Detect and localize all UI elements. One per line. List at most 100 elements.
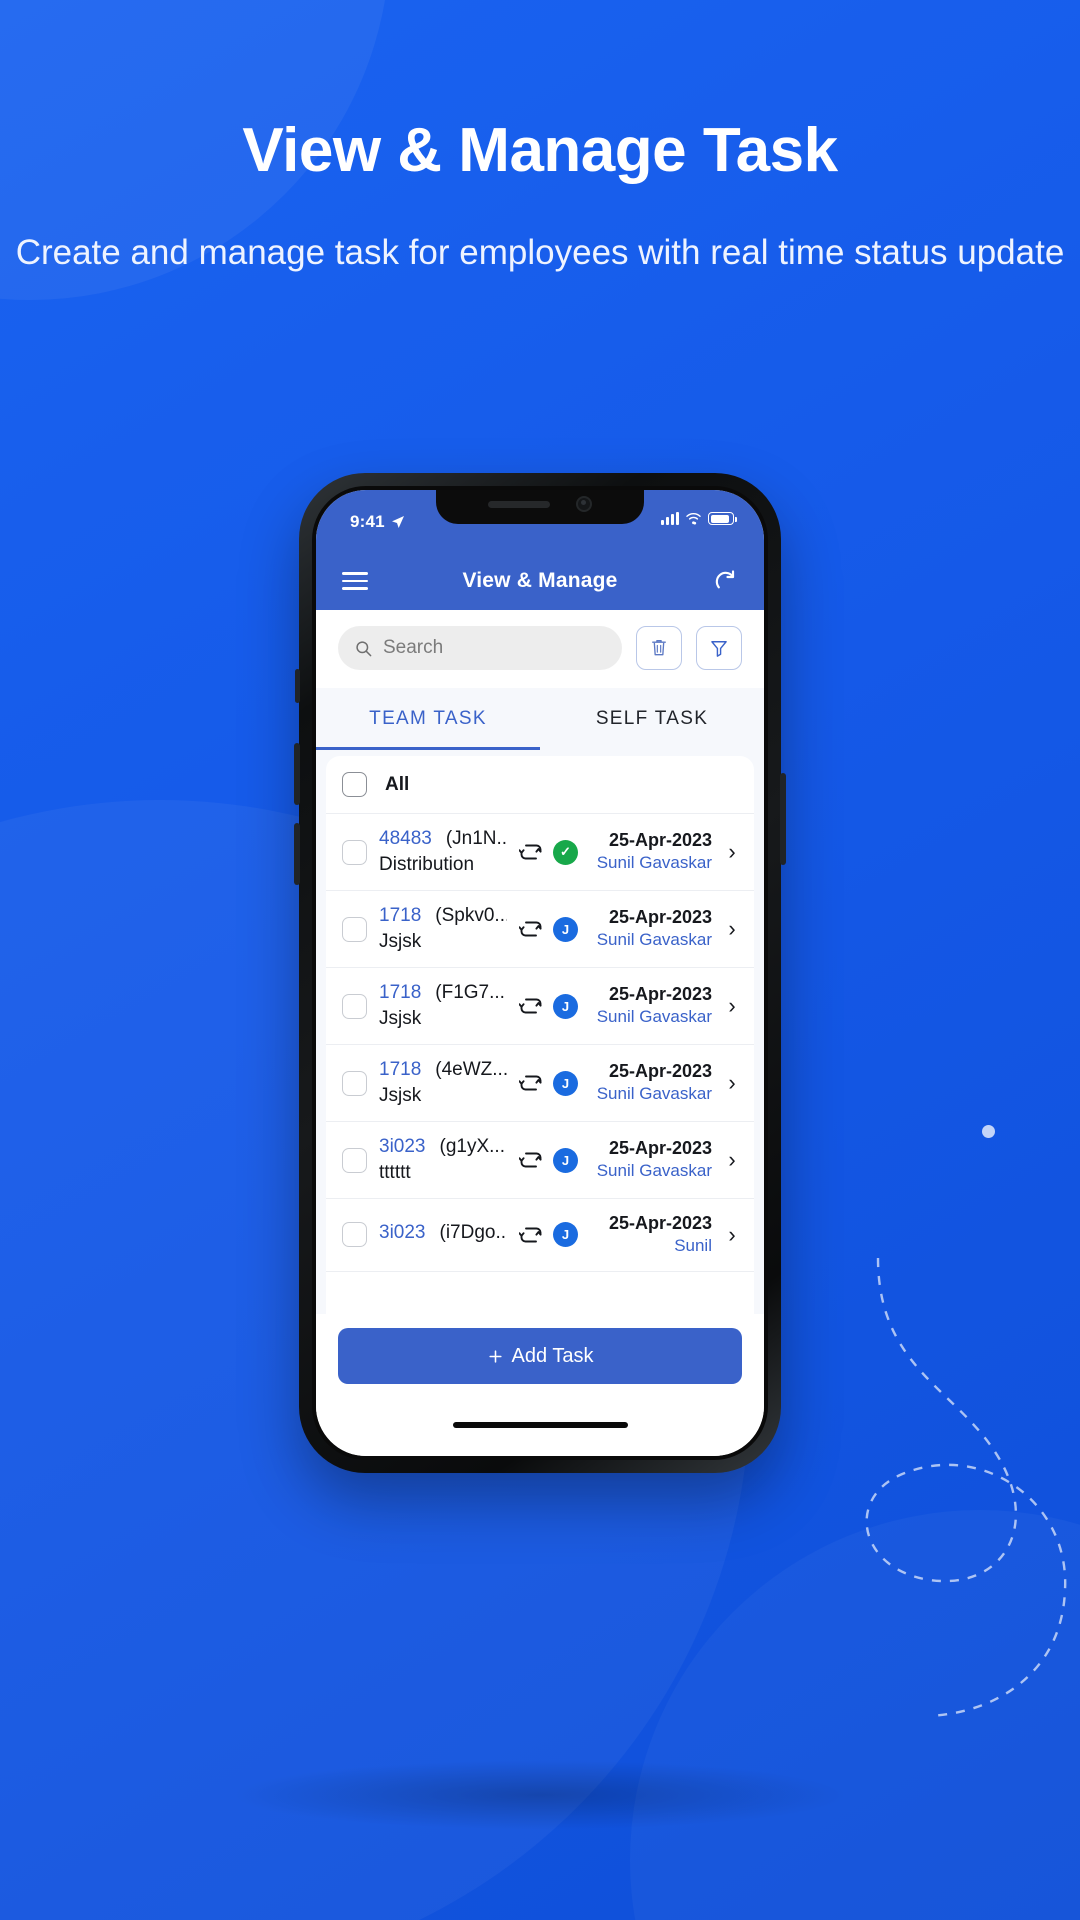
hamburger-menu-icon[interactable] xyxy=(342,572,368,590)
wifi-icon xyxy=(686,512,701,525)
page-title: View & Manage Task xyxy=(242,116,838,185)
task-row[interactable]: 3i023 (i7Dgo... J 25-Apr-2023 Sunil › xyxy=(326,1199,754,1272)
search-input[interactable]: Search xyxy=(338,626,622,670)
task-id: 3i023 xyxy=(379,1136,426,1157)
phone-screen: 9:41 View & Manage Search TEAM TASK SELF… xyxy=(316,490,764,1456)
task-date: 25-Apr-2023 xyxy=(608,830,712,851)
task-row-icons: J xyxy=(519,1070,578,1096)
chevron-right-icon[interactable]: › xyxy=(724,1070,740,1096)
status-bar-right xyxy=(661,512,737,525)
task-status-badge: J xyxy=(553,1222,578,1248)
task-assignee: Sunil Gavaskar xyxy=(596,1007,712,1027)
delete-button[interactable] xyxy=(636,626,682,670)
task-row-meta: 25-Apr-2023 Sunil Gavaskar xyxy=(590,1061,712,1105)
task-row[interactable]: 1718 (Spkv0... Jsjsk J 25-Apr-2023 Sunil Gava… xyxy=(326,891,754,968)
add-task-label: Add Task xyxy=(511,1344,594,1367)
battery-icon xyxy=(708,512,737,525)
phone-volume-down-button xyxy=(294,823,300,885)
page-subtitle: Create and manage task for employees wit… xyxy=(15,232,1065,272)
task-assignee: Sunil xyxy=(674,1236,712,1255)
task-date: 25-Apr-2023 xyxy=(608,907,712,928)
task-status-badge: J xyxy=(553,916,578,942)
chevron-right-icon[interactable]: › xyxy=(724,1147,740,1173)
select-all-checkbox[interactable] xyxy=(342,772,367,797)
repeat-icon xyxy=(519,998,542,1014)
task-status-badge: J xyxy=(553,993,578,1019)
task-list-area: All 48483 (Jn1N... Distribution ✓ 25-Apr-202… xyxy=(316,750,764,1314)
chevron-right-icon[interactable]: › xyxy=(724,993,740,1019)
task-name: (F1G7... xyxy=(435,982,505,1003)
task-list-card: All 48483 (Jn1N... Distribution ✓ 25-Apr-202… xyxy=(326,756,754,1314)
task-row[interactable]: 1718 (F1G7... Jsjsk J 25-Apr-2023 Sunil Gavas… xyxy=(326,968,754,1045)
task-status-badge: J xyxy=(553,1070,578,1096)
refresh-icon[interactable] xyxy=(712,568,738,594)
task-row[interactable]: 3i023 (g1yX... tttttt J 25-Apr-2023 Sunil Gav… xyxy=(326,1122,754,1199)
filter-icon xyxy=(711,641,727,657)
task-date: 25-Apr-2023 xyxy=(608,1213,712,1233)
task-name: (Jn1N... xyxy=(445,828,507,849)
chevron-right-icon[interactable]: › xyxy=(724,839,740,865)
phone-notch xyxy=(436,490,644,524)
task-row-main: 48483 (Jn1N... Distribution xyxy=(379,828,507,876)
tab-self-task[interactable]: SELF TASK xyxy=(540,688,764,750)
task-row-checkbox[interactable] xyxy=(342,993,367,1019)
decorative-dashed-swirl xyxy=(865,1257,1067,1718)
phone-mockup: 9:41 View & Manage Search TEAM TASK SELF… xyxy=(294,473,786,1473)
home-indicator-area xyxy=(316,1394,764,1456)
task-assignee: Sunil Gavaskar xyxy=(596,1161,712,1181)
task-row-checkbox[interactable] xyxy=(342,1222,367,1248)
select-all-row[interactable]: All xyxy=(326,756,754,814)
repeat-icon xyxy=(519,1152,542,1168)
app-bar-title: View & Manage xyxy=(462,569,618,592)
front-camera-icon xyxy=(576,496,592,512)
repeat-icon xyxy=(519,844,542,860)
search-toolbar: Search xyxy=(316,610,764,688)
task-row-main: 3i023 (g1yX... tttttt xyxy=(379,1136,507,1184)
search-icon xyxy=(356,640,372,656)
chevron-right-icon[interactable]: › xyxy=(724,1222,740,1248)
app-bar: View & Manage xyxy=(316,552,764,610)
task-id: 48483 xyxy=(379,828,432,849)
task-row-checkbox[interactable] xyxy=(342,916,367,942)
task-name: (g1yX... xyxy=(439,1136,505,1157)
search-placeholder: Search xyxy=(383,637,444,658)
task-id: 1718 xyxy=(379,905,422,926)
status-bar-left: 9:41 xyxy=(350,512,406,532)
task-row-icons: J xyxy=(519,1147,578,1173)
task-type-tabs: TEAM TASK SELF TASK xyxy=(316,688,764,750)
task-row-checkbox[interactable] xyxy=(342,839,367,865)
task-name: (i7Dgo... xyxy=(439,1221,508,1243)
repeat-icon xyxy=(519,1227,542,1243)
tab-team-task[interactable]: TEAM TASK xyxy=(316,688,540,750)
repeat-icon xyxy=(519,1075,542,1091)
task-date: 25-Apr-2023 xyxy=(608,984,712,1005)
task-name: (Spkv0... xyxy=(435,905,507,926)
decorative-dot xyxy=(982,1125,995,1138)
task-subtitle: Distribution xyxy=(379,854,475,875)
cellular-signal-icon xyxy=(661,512,679,525)
home-indicator[interactable] xyxy=(452,1422,628,1428)
trash-icon xyxy=(652,640,666,656)
task-assignee: Sunil Gavaskar xyxy=(596,930,712,950)
phone-bezel: 9:41 View & Manage Search TEAM TASK SELF… xyxy=(312,486,768,1460)
task-row-icons: J xyxy=(519,993,578,1019)
add-task-button[interactable]: Add Task xyxy=(338,1328,742,1384)
status-bar-time: 9:41 xyxy=(350,512,385,531)
task-row-main: 1718 (F1G7... Jsjsk xyxy=(379,982,507,1030)
task-status-badge: ✓ xyxy=(553,839,578,865)
task-row-checkbox[interactable] xyxy=(342,1147,367,1173)
task-subtitle: Jsjsk xyxy=(379,931,422,952)
bottom-action-bar: Add Task xyxy=(316,1314,764,1394)
filter-button[interactable] xyxy=(696,626,742,670)
task-row[interactable]: 48483 (Jn1N... Distribution ✓ 25-Apr-2023 Sun… xyxy=(326,814,754,891)
task-row-checkbox[interactable] xyxy=(342,1070,367,1096)
status-bar: 9:41 xyxy=(316,490,764,552)
task-id: 3i023 xyxy=(379,1221,426,1243)
earpiece-speaker xyxy=(488,500,550,508)
task-row-main: 1718 (Spkv0... Jsjsk xyxy=(379,905,507,953)
task-row[interactable]: 1718 (4eWZ... Jsjsk J 25-Apr-2023 Sunil Gavas… xyxy=(326,1045,754,1122)
task-assignee: Sunil Gavaskar xyxy=(596,853,712,873)
location-arrow-icon xyxy=(391,516,404,528)
chevron-right-icon[interactable]: › xyxy=(724,916,740,942)
task-row-main: 1718 (4eWZ... Jsjsk xyxy=(379,1059,507,1107)
